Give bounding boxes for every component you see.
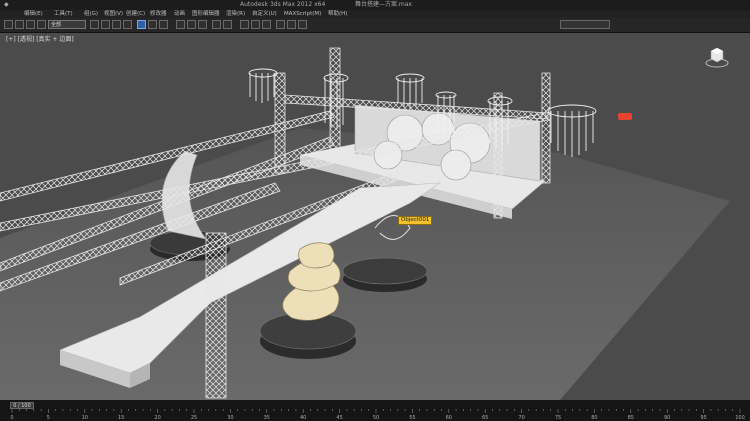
timeline-tick-label: 85	[628, 415, 634, 421]
object-label: Object001	[398, 216, 433, 225]
snap-icon[interactable]	[176, 20, 185, 29]
app-title: Autodesk 3ds Max 2012 x64	[240, 1, 326, 8]
scale-icon[interactable]	[159, 20, 168, 29]
main-toolbar: 全部	[0, 18, 750, 33]
file-title: 舞台搭建—方案.max	[355, 1, 412, 8]
angle-snap-icon[interactable]	[187, 20, 196, 29]
menu-views[interactable]: 视图(V)	[104, 10, 123, 18]
unlink-icon[interactable]	[37, 20, 46, 29]
timeline-tick-label: 20	[154, 415, 160, 421]
timeline-tick-label: 80	[591, 415, 597, 421]
timeline-tick-label: 55	[409, 415, 415, 421]
schematic-icon[interactable]	[262, 20, 271, 29]
timeline-tick-label: 30	[227, 415, 233, 421]
menu-maxscript[interactable]: MAXScript(M)	[284, 10, 321, 18]
menu-graph-editors[interactable]: 图形编辑器	[192, 10, 220, 18]
chandelier-1	[248, 68, 278, 103]
timeline-tick-label: 40	[300, 415, 306, 421]
timeline-tick-label: 35	[264, 415, 270, 421]
title-bar: ◆ Autodesk 3ds Max 2012 x64 舞台搭建—方案.max	[0, 0, 750, 10]
menu-customize[interactable]: 自定义(U)	[252, 10, 277, 18]
app-logo-icon[interactable]: ◆	[4, 0, 9, 10]
menu-tools[interactable]: 工具(T)	[54, 10, 73, 18]
move-icon[interactable]	[137, 20, 146, 29]
window-crossing-icon[interactable]	[123, 20, 132, 29]
timeline-tick-label: 50	[373, 415, 379, 421]
rotate-icon[interactable]	[148, 20, 157, 29]
timeline-tick-label: 15	[118, 415, 124, 421]
viewcube-icon[interactable]	[704, 43, 730, 69]
timeline-tick-label: 95	[700, 415, 706, 421]
menu-group[interactable]: 组(G)	[84, 10, 98, 18]
menu-help[interactable]: 帮助(H)	[328, 10, 347, 18]
selection-filter-dropdown[interactable]: 全部	[48, 20, 86, 29]
viewport-label[interactable]: [+] [透视] [真实 + 边面]	[6, 34, 74, 43]
curve-editor-icon[interactable]	[251, 20, 260, 29]
mirror-icon[interactable]	[212, 20, 221, 29]
timeline-tick-label: 10	[82, 415, 88, 421]
render-setup-icon[interactable]	[287, 20, 296, 29]
redo-icon[interactable]	[15, 20, 24, 29]
stage-scene	[0, 47, 730, 400]
timeline-tick-label: 90	[664, 415, 670, 421]
render-icon[interactable]	[298, 20, 307, 29]
timeline-tick-label: 45	[336, 415, 342, 421]
layer-icon[interactable]	[240, 20, 249, 29]
light-marker	[618, 113, 632, 120]
timeline-tick-label: 100	[735, 415, 745, 421]
time-slider[interactable]: 0 / 100	[10, 402, 34, 409]
menu-modifiers[interactable]: 修改器	[150, 10, 167, 18]
timeline-tick-label: 65	[482, 415, 488, 421]
menu-edit[interactable]: 编辑(E)	[24, 10, 43, 18]
round-platform-mid	[342, 257, 428, 292]
menu-bar: 编辑(E) 工具(T) 组(G) 视图(V) 创建(C) 修改器 动画 图形编辑…	[0, 10, 750, 18]
timeline-tick-label: 0	[10, 415, 13, 421]
percent-snap-icon[interactable]	[198, 20, 207, 29]
link-icon[interactable]	[26, 20, 35, 29]
material-editor-icon[interactable]	[276, 20, 285, 29]
select-by-name-icon[interactable]	[101, 20, 110, 29]
timeline-tick-label: 5	[47, 415, 50, 421]
timeline-tick-label: 25	[191, 415, 197, 421]
align-icon[interactable]	[223, 20, 232, 29]
timeline-tick-label: 75	[555, 415, 561, 421]
chandelier-6	[547, 104, 597, 157]
rect-region-icon[interactable]	[112, 20, 121, 29]
timeline-area: 0 / 100 0 5 10 15 20 25 30 35 40 45 50 55 60 65 70 75 80…	[0, 400, 750, 421]
menu-rendering[interactable]: 渲染(R)	[226, 10, 245, 18]
named-selection-field[interactable]	[560, 20, 610, 29]
timeline-tick-label: 60	[446, 415, 452, 421]
menu-create[interactable]: 创建(C)	[126, 10, 145, 18]
undo-icon[interactable]	[4, 20, 13, 29]
menu-animation[interactable]: 动画	[174, 10, 185, 18]
perspective-viewport[interactable]: [+] [透视] [真实 + 边面] Object001	[0, 33, 750, 400]
select-icon[interactable]	[90, 20, 99, 29]
track-bar[interactable]: 0 5 10 15 20 25 30 35 40 45 50 55 60 65 70 75 80 85 90 95 10…	[0, 409, 750, 421]
timeline-tick-label: 70	[518, 415, 524, 421]
